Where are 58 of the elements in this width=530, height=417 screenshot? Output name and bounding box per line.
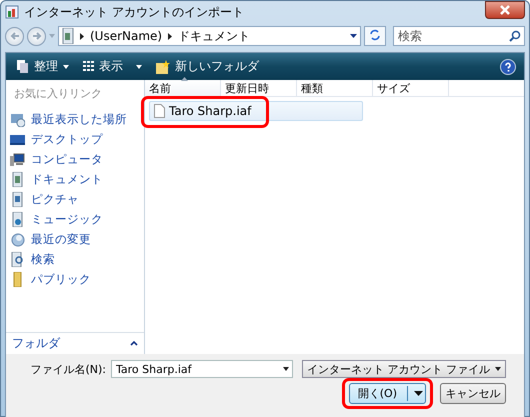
column-header[interactable]: 名前 <box>145 80 221 96</box>
pages-icon <box>17 60 29 73</box>
address-bar[interactable]: (UserName) ドキュメント <box>58 26 361 46</box>
toolbar-button[interactable]: 新しいフォルダ <box>153 56 262 77</box>
back-arrow-icon <box>10 31 20 41</box>
section-heading: お気に入りリンク <box>13 86 103 102</box>
forward-arrow-icon <box>32 31 42 41</box>
open-button[interactable]: 開く(O) <box>348 383 426 404</box>
recent-icon <box>10 112 25 126</box>
breadcrumb[interactable]: (UserName) <box>90 29 162 43</box>
dropdown-caret-icon <box>414 391 423 396</box>
toolbar-button[interactable]: 整理 <box>14 56 72 77</box>
sidebar-item[interactable]: ピクチャ <box>6 189 144 209</box>
computer-icon <box>10 152 25 166</box>
help-button[interactable] <box>500 58 516 74</box>
sidebar-item[interactable]: ミュージック <box>6 209 144 229</box>
search-icon <box>509 30 521 42</box>
sidebar-item[interactable]: パブリック <box>6 269 144 289</box>
sidebar-item[interactable]: ドキュメント <box>6 169 144 189</box>
search-icon <box>10 252 25 266</box>
dropdown-caret-icon[interactable] <box>283 367 289 371</box>
column-header[interactable]: サイズ <box>373 80 449 96</box>
search-field[interactable]: 検索 <box>393 26 525 46</box>
dialog-icon <box>5 5 19 19</box>
music-icon <box>10 212 25 226</box>
dropdown-caret-icon <box>63 64 69 68</box>
breadcrumb[interactable]: ドキュメント <box>178 28 250 44</box>
toolbar-button[interactable]: 表示 <box>80 56 145 77</box>
grid-icon <box>83 61 94 72</box>
new-folder-icon <box>156 60 170 74</box>
window-title: インターネット アカウントのインポート <box>24 4 245 20</box>
dropdown-caret-icon[interactable] <box>350 34 357 38</box>
column-header[interactable]: 種類 <box>297 80 373 96</box>
sidebar-item[interactable]: コンピュータ <box>6 149 144 169</box>
dropdown-caret-icon <box>495 367 501 371</box>
breadcrumb-arrow-icon[interactable] <box>168 32 172 40</box>
pictures-icon <box>10 192 25 206</box>
sidebar-item[interactable]: 最近の変更 <box>6 229 144 249</box>
cancel-button[interactable]: キャンセル <box>440 383 506 404</box>
dropdown-caret-icon <box>136 64 142 68</box>
sidebar-item[interactable]: デスクトップ <box>6 129 144 149</box>
folder-location-icon <box>62 28 74 44</box>
filename-field[interactable]: Taro Sharp.iaf <box>111 360 293 378</box>
chevron-up-icon <box>130 341 138 346</box>
close-button[interactable] <box>485 1 525 19</box>
column-header[interactable]: 更新日時 <box>221 80 297 96</box>
sidebar-item[interactable]: 検索 <box>6 249 144 269</box>
file-type-dropdown[interactable]: インターネット アカウント ファイル <box>302 360 506 378</box>
changes-icon <box>10 232 25 246</box>
file-item[interactable]: Taro Sharp.iaf <box>149 101 363 121</box>
field-label: ファイル名(N): <box>30 362 106 376</box>
document-icon <box>154 104 165 118</box>
refresh-icon <box>369 28 381 40</box>
close-icon <box>500 5 510 15</box>
breadcrumb-arrow-icon[interactable] <box>80 32 84 40</box>
refresh-button[interactable] <box>364 26 386 46</box>
sidebar-item[interactable]: 最近表示した場所 <box>6 109 144 129</box>
documents-icon <box>10 172 25 186</box>
